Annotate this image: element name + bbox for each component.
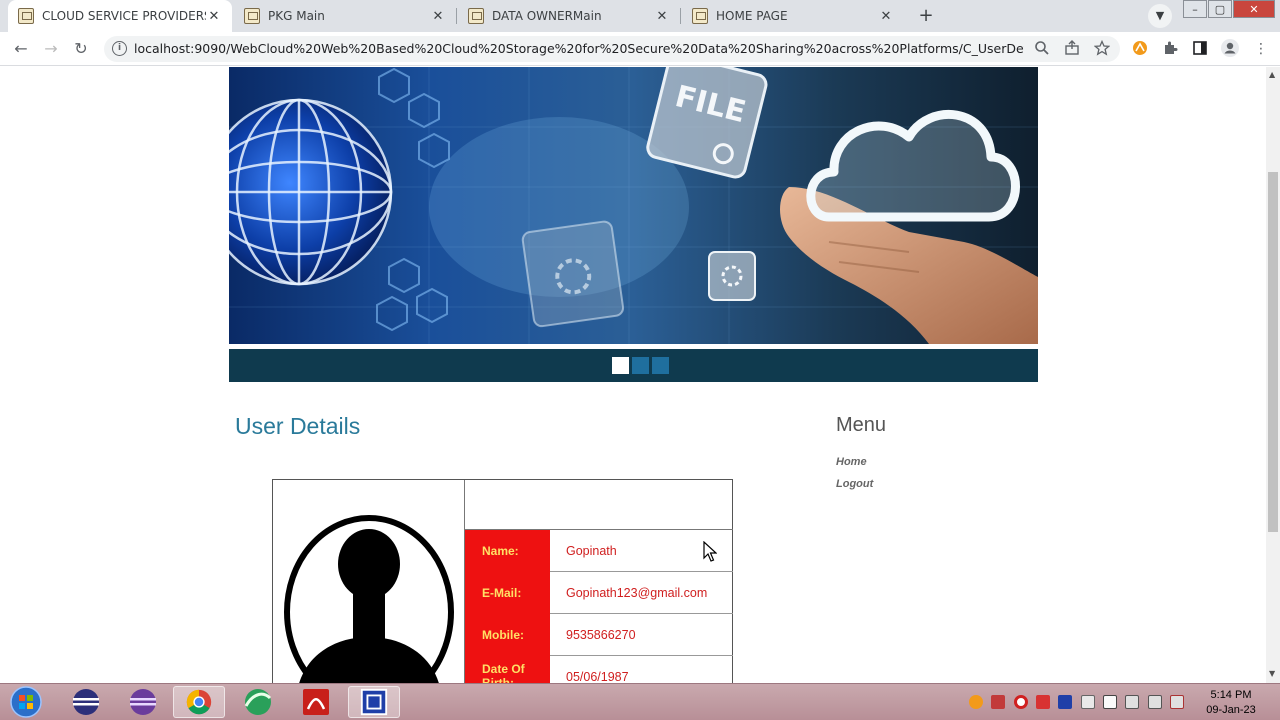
pdf-reader-app-icon[interactable]: [290, 686, 342, 718]
remote-app-icon[interactable]: [348, 686, 400, 718]
page-title: User Details: [235, 413, 361, 439]
extension-badge-icon[interactable]: [1132, 40, 1148, 56]
forward-arrow-icon[interactable]: →: [39, 37, 63, 61]
taskbar-clock[interactable]: 5:14 PM 09-Jan-23: [1196, 688, 1266, 718]
windows-start-icon[interactable]: [4, 685, 44, 719]
clock-date: 09-Jan-23: [1206, 704, 1256, 716]
puzzle-icon[interactable]: [1162, 40, 1178, 56]
netbeans-app-icon[interactable]: [117, 686, 169, 718]
field-value: 9535866270: [566, 628, 636, 642]
table-row-email: E-Mail: Gopinath123@gmail.com: [465, 572, 733, 614]
star-icon[interactable]: [1094, 40, 1110, 56]
slider-bar: [229, 349, 1038, 382]
window-close-icon[interactable]: ✕: [1233, 0, 1275, 18]
field-value: 05/06/1987: [566, 670, 629, 683]
mouse-cursor-icon: [703, 541, 717, 562]
chrome-app-icon[interactable]: [173, 686, 225, 718]
tab-home-page[interactable]: HOME PAGE ✕: [682, 0, 904, 32]
field-label: E-Mail:: [465, 572, 550, 614]
clock-time: 5:14 PM: [1210, 689, 1252, 701]
info-icon[interactable]: i: [112, 41, 127, 56]
scroll-down-arrow-icon[interactable]: ▼: [1269, 669, 1275, 678]
tray-network-tool-icon[interactable]: [991, 695, 1005, 709]
close-icon[interactable]: ✕: [878, 9, 894, 24]
field-value: Gopinath123@gmail.com: [566, 586, 708, 600]
tab-separator: [456, 8, 457, 24]
close-icon[interactable]: ✕: [654, 9, 670, 24]
tray-tool-icon[interactable]: [1103, 695, 1117, 709]
speaker-icon[interactable]: [1125, 695, 1139, 709]
tab-search-chevron-icon[interactable]: ▼: [1148, 4, 1172, 28]
minimize-icon[interactable]: –: [1183, 0, 1207, 18]
slider-dot-3[interactable]: [652, 357, 669, 374]
volume-muted-icon[interactable]: [1170, 695, 1184, 709]
user-photo-cell: [273, 480, 465, 683]
user-details-table: Name: Gopinath E-Mail: Gopinath123@gmail…: [272, 479, 733, 683]
windows-taskbar: 5:14 PM 09-Jan-23: [0, 683, 1280, 720]
url-text[interactable]: localhost:9090/WebCloud%20Web%20Based%20…: [134, 41, 1024, 56]
kebab-menu-icon[interactable]: ⋮: [1249, 37, 1273, 61]
table-row-dob: Date Of Birth: 05/06/1987: [465, 656, 733, 683]
close-icon[interactable]: ✕: [430, 9, 446, 24]
slider-dot-2[interactable]: [632, 357, 649, 374]
address-bar[interactable]: i localhost:9090/WebCloud%20Web%20Based%…: [104, 36, 1120, 62]
page-viewport: FILE User Details Menu Home Logout Name:…: [0, 67, 1266, 683]
share-icon[interactable]: [1064, 40, 1080, 56]
tab-title: CLOUD SERVICE PROVIDERS: [42, 9, 206, 23]
zoom-icon[interactable]: [1034, 40, 1050, 56]
field-label: Mobile:: [465, 614, 550, 656]
reload-icon[interactable]: ↻: [69, 37, 93, 61]
scroll-up-arrow-icon[interactable]: ▲: [1269, 70, 1275, 79]
new-tab-plus-icon[interactable]: +: [914, 4, 938, 28]
banner-image: FILE: [229, 67, 1038, 344]
eclipse-app-icon[interactable]: [60, 686, 112, 718]
tab-title: HOME PAGE: [716, 9, 788, 23]
page-favicon-icon: [18, 8, 34, 24]
menu-link-logout[interactable]: Logout: [836, 478, 873, 490]
page-favicon-icon: [692, 8, 708, 24]
maximize-icon[interactable]: ▢: [1208, 0, 1232, 18]
tray-document-icon[interactable]: [1081, 695, 1095, 709]
tray-avast-icon[interactable]: [969, 695, 983, 709]
page-scrollbar[interactable]: ▲ ▼: [1266, 67, 1280, 683]
scroll-thumb[interactable]: [1268, 172, 1278, 532]
tray-shield-icon[interactable]: [1036, 695, 1050, 709]
tab-cloud-service-providers[interactable]: CLOUD SERVICE PROVIDERS ✕: [8, 0, 232, 32]
profile-icon[interactable]: [1220, 38, 1240, 58]
side-panel-icon[interactable]: [1192, 40, 1208, 56]
field-label: Date Of Birth:: [465, 656, 550, 683]
table-row-mobile: Mobile: 9535866270: [465, 614, 733, 656]
menu-link-home[interactable]: Home: [836, 456, 867, 468]
banner-artwork: FILE: [229, 67, 1038, 344]
tray-remote-icon[interactable]: [1058, 695, 1072, 709]
table-row-name: Name: Gopinath: [465, 530, 733, 572]
close-icon[interactable]: ✕: [206, 9, 222, 24]
tab-pkg-main[interactable]: PKG Main ✕: [234, 0, 456, 32]
tab-separator: [680, 8, 681, 24]
field-label: Name:: [465, 530, 550, 572]
display-icon[interactable]: [1148, 695, 1162, 709]
details-header-cell: [465, 480, 733, 530]
page-favicon-icon: [244, 8, 260, 24]
menu-title: Menu: [836, 414, 887, 436]
tray-opera-icon[interactable]: [1014, 695, 1028, 709]
user-avatar-icon: [284, 515, 454, 683]
back-arrow-icon[interactable]: ←: [9, 37, 33, 61]
tab-strip: CLOUD SERVICE PROVIDERS ✕ PKG Main ✕ DAT…: [0, 0, 1280, 32]
tab-data-owner-main[interactable]: DATA OWNERMain ✕: [458, 0, 680, 32]
field-value: Gopinath: [566, 544, 617, 558]
slider-dot-1[interactable]: [612, 357, 629, 374]
tab-title: PKG Main: [268, 9, 325, 23]
network-app-icon[interactable]: [232, 686, 284, 718]
page-favicon-icon: [468, 8, 484, 24]
browser-toolbar: ← → ↻ i localhost:9090/WebCloud%20Web%20…: [0, 32, 1280, 66]
tab-title: DATA OWNERMain: [492, 9, 602, 23]
